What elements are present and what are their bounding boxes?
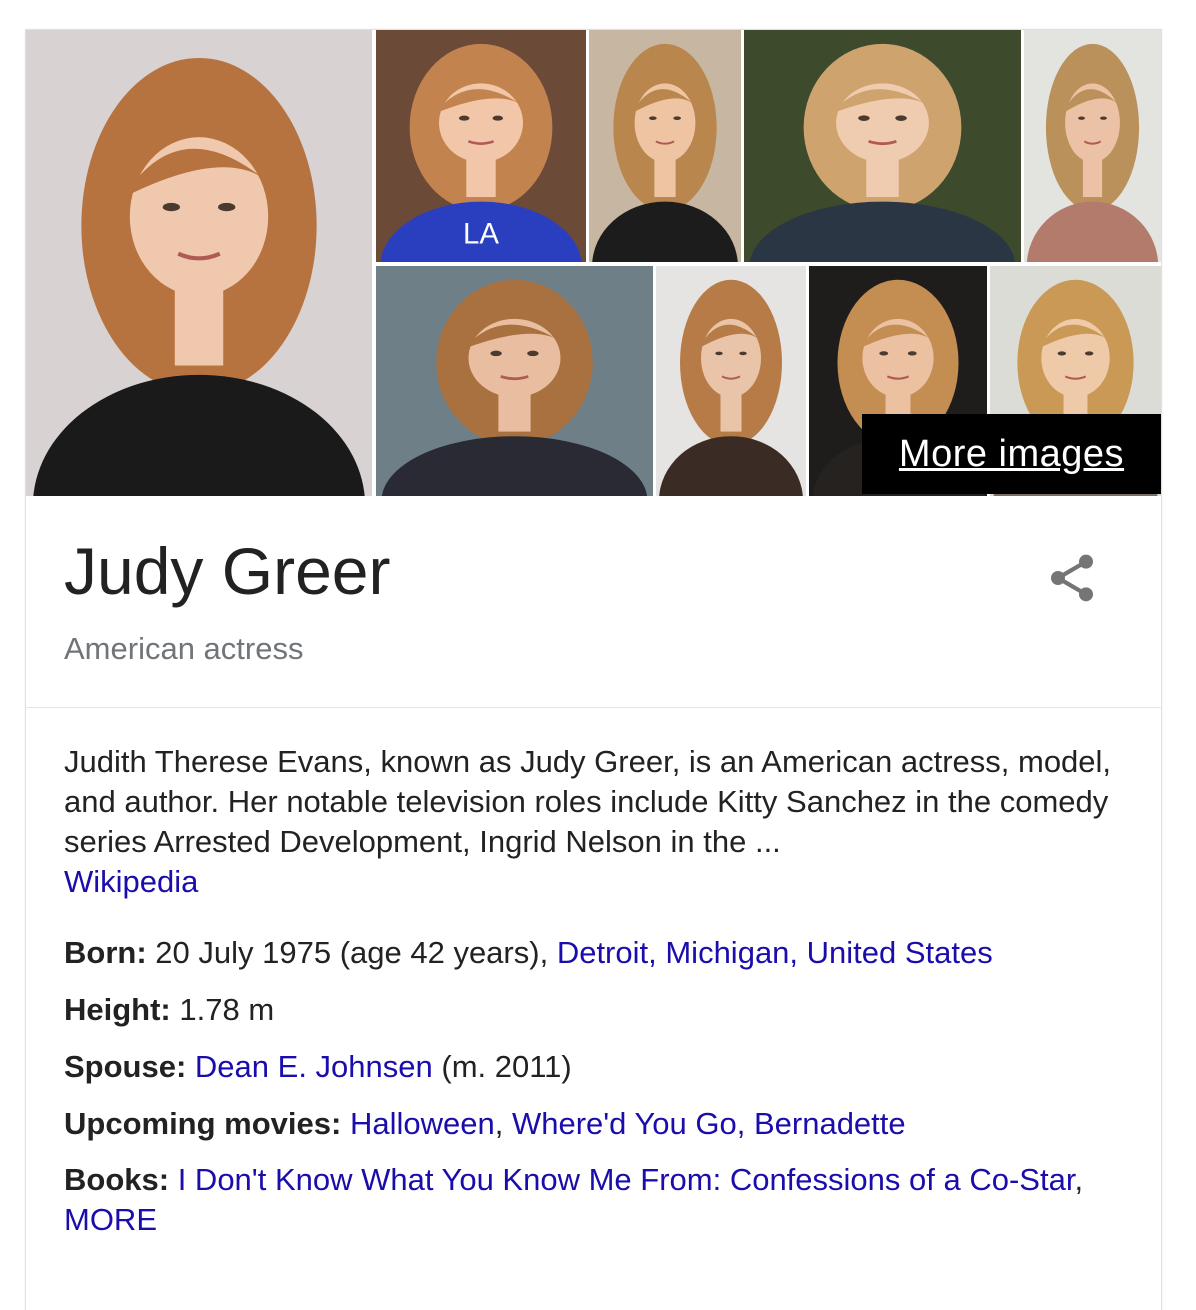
panel-body: Judith Therese Evans, known as Judy Gree… (64, 742, 1124, 1264)
main-portrait-photo[interactable] (26, 30, 372, 496)
photo-event-backdrop[interactable] (1024, 30, 1161, 262)
fact-label: Upcoming movies: (64, 1106, 342, 1141)
fact-born: Born: 20 July 1975 (age 42 years), Detro… (64, 935, 993, 970)
fact-height: Height: 1.78 m (64, 993, 1124, 1026)
description: Judith Therese Evans, known as Judy Gree… (64, 742, 1124, 902)
photo-closeup-1-image (589, 30, 741, 262)
movie-link-halloween[interactable]: Halloween (350, 1106, 495, 1141)
fact-label: Books: (64, 1162, 170, 1197)
fact-value: 20 July 1975 (age 42 years), (155, 935, 549, 970)
share-icon[interactable] (1044, 550, 1100, 606)
photo-closeup-1[interactable] (589, 30, 741, 262)
photo-blue-shirt-image: LA (376, 30, 586, 262)
photo-lace-dress-image (656, 266, 806, 496)
share-icon-glyph (1051, 554, 1093, 602)
panel-header: Judy Greer American actress (26, 496, 1161, 708)
image-grid: LA More images (26, 30, 1161, 496)
more-images-link[interactable]: More images (862, 414, 1161, 494)
section-divider (26, 707, 1161, 708)
spouse-link[interactable]: Dean E. Johnsen (195, 1049, 433, 1084)
main-portrait-photo-image (26, 30, 372, 496)
photo-event-backdrop-image (1024, 30, 1161, 262)
movie-link-bernadette[interactable]: Where'd You Go, Bernadette (512, 1106, 906, 1141)
photo-lace-dress[interactable] (656, 266, 806, 496)
fact-label: Born: (64, 935, 147, 970)
entity-subtitle: American actress (64, 631, 304, 666)
book-link[interactable]: I Don't Know What You Know Me From: Conf… (178, 1162, 1075, 1197)
birthplace-link-state[interactable]: Michigan (665, 935, 789, 970)
wikipedia-link[interactable]: Wikipedia (64, 864, 198, 899)
description-text: Judith Therese Evans, known as Judy Gree… (64, 744, 1112, 859)
photo-leather-jacket[interactable] (744, 30, 1021, 262)
svg-text:LA: LA (463, 217, 499, 250)
photo-chair-pose-image (376, 266, 653, 496)
birthplace-link-city[interactable]: Detroit (557, 935, 648, 970)
photo-leather-jacket-image (744, 30, 1021, 262)
birthplace-link-country[interactable]: United States (807, 935, 993, 970)
fact-books: Books: I Don't Know What You Know Me Fro… (64, 1162, 1084, 1237)
photo-chair-pose[interactable] (376, 266, 653, 496)
spouse-suffix: (m. 2011) (441, 1049, 572, 1084)
photo-blue-shirt[interactable]: LA (376, 30, 586, 262)
facts-list: Born: 20 July 1975 (age 42 years), Detro… (64, 936, 1124, 1240)
fact-label: Spouse: (64, 1049, 187, 1084)
fact-spouse: Spouse: Dean E. Johnsen (m. 2011) (64, 1050, 1124, 1083)
more-books-link[interactable]: MORE (64, 1202, 157, 1237)
fact-upcoming-movies: Upcoming movies: Halloween, Where'd You … (64, 1106, 906, 1141)
knowledge-panel: LA More images Judy Greer American actre… (25, 29, 1162, 1310)
entity-title: Judy Greer (64, 534, 391, 608)
fact-label: Height: (64, 992, 171, 1027)
fact-value: 1.78 m (179, 992, 275, 1027)
